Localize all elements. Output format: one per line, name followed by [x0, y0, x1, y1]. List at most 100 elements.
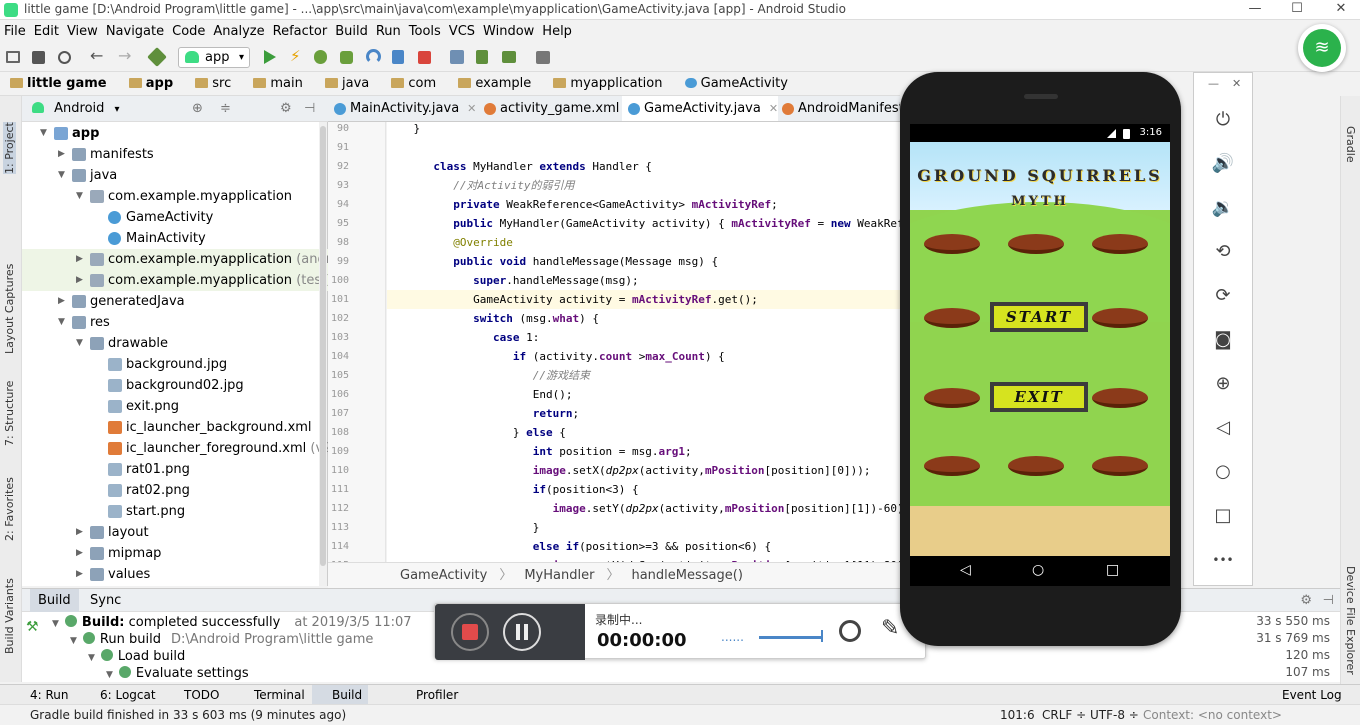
tree-item[interactable]: ▼ app — [22, 123, 328, 144]
code-line[interactable]: return; — [387, 404, 900, 423]
menu-build[interactable]: Build — [331, 21, 372, 43]
code-line[interactable]: image.setY(dp2px(activity,mPosition[posi… — [387, 499, 900, 518]
tool-gradle[interactable]: Gradle — [1344, 126, 1357, 163]
crumb-class[interactable]: GameActivity — [400, 568, 487, 583]
squirrel-hole[interactable] — [924, 234, 980, 254]
tree-item[interactable]: ▶ values — [22, 564, 328, 585]
profile-icon[interactable] — [366, 49, 381, 64]
tab-event-log[interactable]: Event Log — [1282, 685, 1342, 705]
code-line[interactable]: image.setX(dp2px(activity,mPosition[posi… — [387, 461, 900, 480]
code-editor[interactable]: } class MyHandler extends Handler { //对A… — [387, 122, 900, 562]
build-row[interactable]: ▼ Evaluate settings — [106, 665, 249, 682]
wifi-badge[interactable]: ≋ — [1298, 24, 1346, 72]
editor-tab[interactable]: MainActivity.java ✕ — [328, 96, 476, 121]
build-row[interactable]: ▼ Run build D:\Android Program\little game — [70, 631, 373, 648]
maximize-button[interactable]: ☐ — [1282, 0, 1312, 18]
webcam-icon[interactable] — [839, 620, 861, 642]
chevron-right-icon[interactable]: ▶ — [76, 564, 83, 585]
overview-icon[interactable]: □ — [1210, 503, 1236, 529]
tree-item[interactable]: MainActivity — [22, 228, 328, 249]
chevron-down-icon[interactable]: ▾ — [115, 104, 120, 115]
tab-todo[interactable]: TODO — [184, 685, 219, 705]
build-row[interactable]: ▼ Load build — [88, 648, 185, 665]
project-view-selector[interactable]: Android — [54, 101, 104, 116]
context-indicator[interactable]: Context: <no context> — [1143, 705, 1282, 725]
chevron-right-icon[interactable]: ▶ — [76, 270, 83, 291]
tab-build[interactable]: Build — [312, 685, 369, 705]
code-line[interactable]: if (activity.count >max_Count) { — [387, 347, 900, 366]
nav-back-icon[interactable]: ◁ — [960, 562, 971, 578]
apply-changes-icon[interactable]: ⚡ — [290, 49, 306, 65]
hide-icon[interactable]: ⊣ — [304, 96, 315, 122]
caret-position[interactable]: 101:6 — [1000, 705, 1035, 725]
chevron-right-icon[interactable]: ▶ — [76, 249, 83, 270]
nav-home-icon[interactable]: ○ — [1032, 562, 1044, 578]
code-line[interactable] — [387, 138, 900, 157]
code-line[interactable]: public MyHandler(GameActivity activity) … — [387, 214, 900, 233]
tab-sync[interactable]: Sync — [90, 589, 121, 613]
volume-up-icon[interactable]: 🔊 — [1210, 151, 1236, 177]
menu-window[interactable]: Window — [479, 21, 538, 43]
make-project-icon[interactable] — [147, 47, 167, 67]
crumb-method[interactable]: handleMessage() — [631, 568, 742, 583]
squirrel-hole[interactable] — [1092, 234, 1148, 254]
chevron-down-icon[interactable]: ▼ — [76, 333, 83, 354]
emulator-minimize-button[interactable]: — — [1208, 77, 1219, 90]
code-line[interactable]: @Override — [387, 233, 900, 252]
phone-screen[interactable]: 3:16 GROUND SQUIRRELS MYTH START EXIT ◁ … — [910, 124, 1170, 586]
tool-favorites[interactable]: 2: Favorites — [3, 477, 16, 541]
coverage-icon[interactable] — [340, 51, 353, 64]
tree-item[interactable]: ic_launcher_background.xml — [22, 417, 328, 438]
code-line[interactable]: } — [387, 518, 900, 537]
home-icon[interactable]: ○ — [1210, 459, 1236, 485]
squirrel-hole[interactable] — [1092, 308, 1148, 328]
volume-down-icon[interactable]: 🔉 — [1210, 195, 1236, 221]
camera-icon[interactable]: ◙ — [1210, 327, 1236, 353]
tab-logcat[interactable]: 6: Logcat — [100, 685, 156, 705]
tree-item[interactable]: ▼ res — [22, 312, 328, 333]
code-line[interactable]: switch (msg.what) { — [387, 309, 900, 328]
open-folder-icon[interactable] — [6, 51, 20, 63]
close-button[interactable]: ✕ — [1326, 0, 1356, 18]
tree-item[interactable]: rat01.png — [22, 459, 328, 480]
stop-icon[interactable] — [418, 51, 431, 64]
code-line[interactable]: case 1: — [387, 328, 900, 347]
tree-item[interactable]: exit.png — [22, 396, 328, 417]
code-line[interactable]: } — [387, 122, 900, 138]
tree-item[interactable]: ▶ mipmap — [22, 543, 328, 564]
squirrel-hole[interactable] — [1008, 234, 1064, 254]
tree-item[interactable]: ▶ generatedJava — [22, 291, 328, 312]
hide-icon[interactable]: ⊣ — [1323, 589, 1334, 613]
breadcrumb-com[interactable]: com — [408, 72, 436, 96]
hammer-icon[interactable]: ⚒ — [26, 620, 40, 634]
breadcrumb-example[interactable]: example — [475, 72, 531, 96]
chevron-right-icon[interactable]: ▶ — [58, 291, 65, 312]
menu-help[interactable]: Help — [538, 21, 576, 43]
crumb-inner-class[interactable]: MyHandler — [524, 568, 594, 583]
menu-tools[interactable]: Tools — [405, 21, 445, 43]
tree-item[interactable]: background02.jpg — [22, 375, 328, 396]
squirrel-hole[interactable] — [1092, 456, 1148, 476]
tree-item[interactable]: ▼ drawable — [22, 333, 328, 354]
menu-edit[interactable]: Edit — [30, 21, 63, 43]
squirrel-hole[interactable] — [924, 388, 980, 408]
pencil-icon[interactable]: ✎ — [881, 616, 899, 641]
squirrel-hole[interactable] — [924, 456, 980, 476]
tool-build-variants[interactable]: Build Variants — [3, 578, 16, 654]
tool-project[interactable]: 1: Project — [3, 122, 16, 174]
rotate-left-icon[interactable]: ⟲ — [1210, 239, 1236, 265]
tree-item[interactable]: ▶ com.example.myapplication (test) — [22, 270, 331, 291]
tree-item[interactable]: GameActivity — [22, 207, 328, 228]
menu-code[interactable]: Code — [168, 21, 209, 43]
tree-item[interactable]: ▼ com.example.myapplication — [22, 186, 328, 207]
chevron-down-icon[interactable]: ▼ — [58, 312, 65, 333]
project-structure-icon[interactable] — [536, 51, 550, 64]
tool-device-file-explorer[interactable]: Device File Explorer — [1344, 566, 1357, 675]
breadcrumb-app[interactable]: app — [146, 72, 173, 96]
back-icon[interactable]: ◁ — [1210, 415, 1236, 441]
tree-item[interactable]: ▼ java — [22, 165, 328, 186]
tree-item[interactable]: ▶com.example.myapplication (androidTest) — [22, 249, 381, 270]
volume-slider[interactable] — [759, 636, 823, 639]
volume-slider-handle[interactable] — [821, 630, 823, 642]
exit-button[interactable]: EXIT — [990, 382, 1088, 412]
